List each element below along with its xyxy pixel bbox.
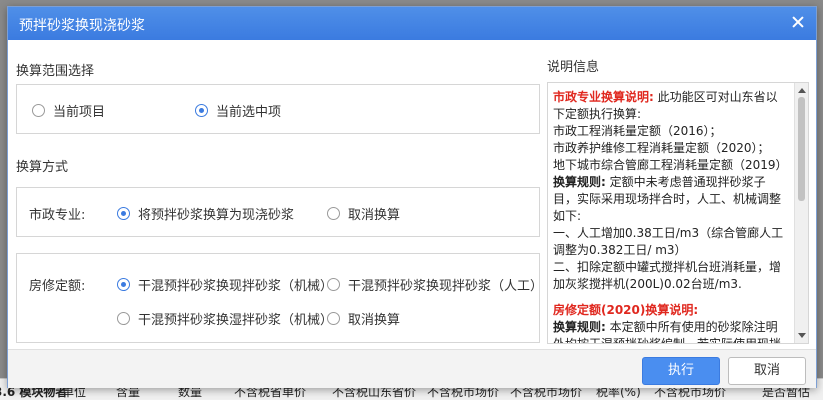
scroll-thumb[interactable] [798, 97, 805, 201]
quota-line-2: 市政养护维修工程消耗量定额（2020）； [553, 141, 770, 155]
municipal-label: 市政专业: [29, 208, 86, 223]
radio-label: 当前项目 [53, 105, 106, 120]
close-icon[interactable] [790, 14, 806, 30]
radio-label: 干混预拌砂浆换现拌砂浆（人工） [348, 279, 544, 294]
radio-label: 取消换算 [348, 208, 401, 223]
radio-dot [117, 278, 130, 291]
housing-heading: 房修定额(2020)换算说明: [553, 303, 699, 317]
scroll-up-icon[interactable] [798, 88, 806, 93]
radio-dot [117, 207, 130, 220]
scope-label: 换算范围选择 [16, 64, 95, 79]
radio-housing-cancel[interactable]: 取消换算 [327, 309, 400, 328]
info-scrollbar[interactable] [794, 83, 808, 343]
radio-label: 取消换算 [348, 313, 401, 328]
housing-label: 房修定额: [29, 279, 86, 294]
municipal-heading: 市政专业换算说明: [553, 90, 654, 104]
dialog-title: 预拌砂浆换现浇砂浆 [19, 18, 145, 34]
dialog-titlebar: 预拌砂浆换现浇砂浆 [8, 7, 816, 40]
radio-dot [195, 104, 208, 117]
radio-dot [117, 312, 130, 325]
cancel-button[interactable]: 取消 [728, 357, 806, 385]
dialog-footer: 执行 取消 [8, 349, 816, 388]
radio-municipal-cancel[interactable]: 取消换算 [327, 204, 400, 223]
radio-housing-dry-to-site-manual[interactable]: 干混预拌砂浆换现拌砂浆（人工） [327, 275, 543, 294]
radio-housing-dry-to-site-machine[interactable]: 干混预拌砂浆换现拌砂浆（机械） [117, 275, 333, 294]
housing-rule-heading: 换算规则: [553, 320, 606, 334]
radio-housing-dry-to-wet-machine[interactable]: 干混预拌砂浆换湿拌砂浆（机械） [117, 309, 333, 328]
radio-dot [327, 312, 340, 325]
municipal-panel: 市政专业: 将预拌砂浆换算为现浇砂浆 取消换算 [16, 187, 540, 237]
housing-panel: 房修定额: 干混预拌砂浆换现拌砂浆（机械） 干混预拌砂浆换现拌砂浆（人工） 干混… [16, 253, 543, 343]
info-label: 说明信息 [547, 60, 600, 75]
info-text: 市政专业换算说明: 此功能区可对山东省以下定额执行换算: 市政工程消耗量定额（2… [553, 89, 789, 343]
scroll-down-icon[interactable] [798, 333, 806, 338]
rule-item-2: 二、扣除定额中罐式搅拌机台班消耗量，增加灰浆搅拌机(200L)0.02台班/m3… [553, 260, 782, 291]
radio-dot [327, 278, 340, 291]
radio-label: 干混预拌砂浆换现拌砂浆（机械） [138, 279, 334, 294]
radio-current-project[interactable]: 当前项目 [32, 101, 105, 120]
execute-button[interactable]: 执行 [642, 357, 720, 385]
radio-current-selection[interactable]: 当前选中项 [195, 101, 281, 120]
quota-line-1: 市政工程消耗量定额（2016）； [553, 124, 722, 138]
convert-mortar-dialog: 预拌砂浆换现浇砂浆 换算范围选择 当前项目 当前选中项 换算方式 市政专业: 将… [7, 6, 817, 388]
radio-label: 干混预拌砂浆换湿拌砂浆（机械） [138, 313, 334, 328]
rule-heading: 换算规则: [553, 175, 606, 189]
method-label: 换算方式 [16, 160, 69, 175]
radio-municipal-convert[interactable]: 将预拌砂浆换算为现浇砂浆 [117, 204, 294, 223]
info-panel[interactable]: 市政专业换算说明: 此功能区可对山东省以下定额执行换算: 市政工程消耗量定额（2… [547, 82, 809, 344]
scope-panel: 当前项目 当前选中项 [16, 84, 540, 134]
radio-label: 当前选中项 [216, 105, 282, 120]
rule-item-1: 一、人工增加0.38工日/m3（综合管廊人工调整为0.382工日/ m3） [553, 226, 784, 257]
quota-line-3: 地下城市综合管廊工程消耗量定额（2019） [553, 158, 788, 172]
radio-dot [32, 104, 45, 117]
radio-dot [327, 207, 340, 220]
radio-label: 将预拌砂浆换算为现浇砂浆 [138, 208, 295, 223]
